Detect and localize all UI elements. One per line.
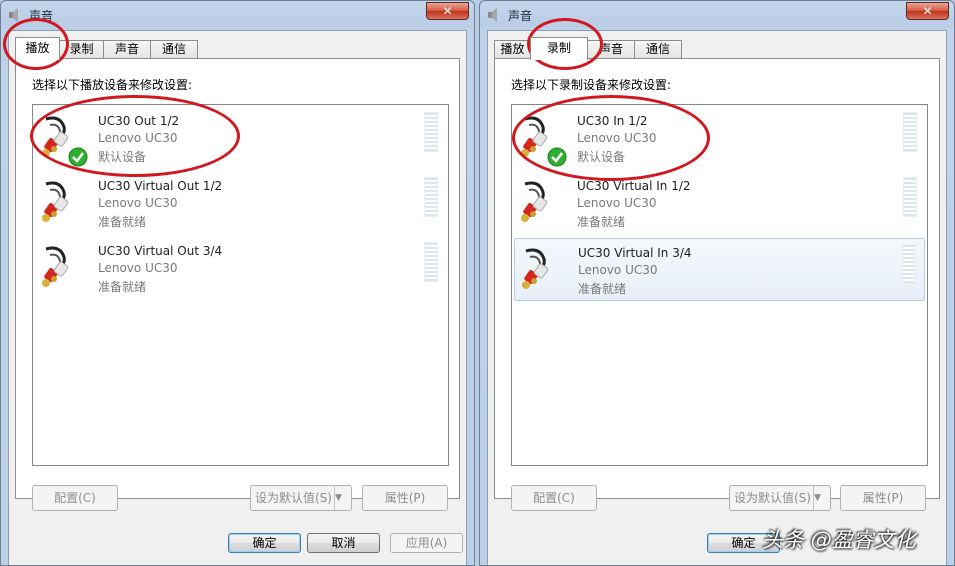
tab-playback[interactable]: 播放 bbox=[15, 37, 60, 60]
device-description: Lenovo UC30 bbox=[98, 196, 178, 210]
device-name: UC30 Virtual In 1/2 bbox=[577, 179, 691, 193]
annotation-circle bbox=[512, 95, 710, 181]
device-name: UC30 Virtual Out 3/4 bbox=[98, 244, 223, 258]
cancel-button[interactable]: 取消 bbox=[307, 533, 380, 553]
title-bar[interactable]: 声音 ✕ bbox=[1, 1, 474, 29]
sound-dialog-playback: 声音 ✕ 播放 录制 声音 通信 选择以下播放设备来修改设置: UC30 Out… bbox=[0, 0, 475, 566]
level-meter bbox=[902, 244, 916, 284]
close-icon: ✕ bbox=[922, 4, 933, 18]
device-item[interactable]: UC30 Virtual Out 1/2 Lenovo UC30 准备就绪 bbox=[33, 170, 448, 233]
device-status: 准备就绪 bbox=[578, 282, 627, 296]
watermark-text: 头条 @盈睿文化 bbox=[762, 528, 916, 552]
properties-button[interactable]: 属性(P) bbox=[362, 485, 448, 511]
tab-sounds[interactable]: 声音 bbox=[103, 40, 151, 58]
level-meter bbox=[424, 112, 438, 152]
tab-recording[interactable]: 录制 bbox=[530, 37, 588, 60]
tab-communications[interactable]: 通信 bbox=[150, 40, 198, 58]
sound-dialog-recording: 声音 ✕ 播放 录制 声音 通信 选择以下录制设备来修改设置: UC30 In … bbox=[479, 0, 955, 566]
level-meter bbox=[903, 112, 917, 152]
set-default-label: 设为默认值(S) bbox=[255, 491, 332, 505]
device-item-selected[interactable]: UC30 Virtual In 3/4 Lenovo UC30 准备就绪 bbox=[514, 238, 925, 301]
level-meter bbox=[424, 177, 438, 217]
configure-button[interactable]: 配置(C) bbox=[511, 485, 597, 511]
speaker-cable-icon bbox=[42, 246, 69, 287]
tab-communications[interactable]: 通信 bbox=[634, 40, 682, 58]
set-default-button[interactable]: 设为默认值(S) ▼ bbox=[729, 485, 831, 511]
device-name: UC30 Virtual In 3/4 bbox=[578, 246, 692, 260]
device-description: Lenovo UC30 bbox=[577, 196, 657, 210]
apply-button[interactable]: 应用(A) bbox=[390, 533, 463, 553]
annotation-circle bbox=[30, 95, 240, 177]
device-description: Lenovo UC30 bbox=[98, 261, 178, 275]
level-meter bbox=[903, 177, 917, 217]
close-icon: ✕ bbox=[442, 4, 453, 18]
microphone-cable-icon bbox=[521, 181, 548, 222]
speaker-cable-icon bbox=[42, 181, 69, 222]
device-description: Lenovo UC30 bbox=[578, 263, 658, 277]
device-status: 准备就绪 bbox=[577, 215, 626, 229]
instruction-text: 选择以下录制设备来修改设置: bbox=[511, 78, 672, 92]
device-status: 准备就绪 bbox=[98, 215, 147, 229]
device-item[interactable]: UC30 Virtual In 1/2 Lenovo UC30 准备就绪 bbox=[512, 170, 927, 233]
dropdown-arrow-icon[interactable]: ▼ bbox=[334, 486, 351, 510]
tab-playback[interactable]: 播放 bbox=[494, 40, 531, 58]
device-status: 准备就绪 bbox=[98, 280, 147, 294]
properties-button[interactable]: 属性(P) bbox=[840, 485, 926, 511]
dropdown-arrow-icon[interactable]: ▼ bbox=[813, 486, 830, 510]
close-button[interactable]: ✕ bbox=[906, 2, 949, 20]
configure-button[interactable]: 配置(C) bbox=[32, 485, 118, 511]
device-item[interactable]: UC30 Virtual Out 3/4 Lenovo UC30 准备就绪 bbox=[33, 235, 448, 298]
set-default-label: 设为默认值(S) bbox=[734, 491, 811, 505]
ok-button[interactable]: 确定 bbox=[228, 533, 301, 553]
microphone-cable-icon bbox=[522, 248, 549, 289]
device-name: UC30 Virtual Out 1/2 bbox=[98, 179, 223, 193]
set-default-button[interactable]: 设为默认值(S) ▼ bbox=[250, 485, 352, 511]
speaker-icon bbox=[488, 8, 497, 22]
close-button[interactable]: ✕ bbox=[426, 2, 469, 20]
level-meter bbox=[424, 242, 438, 282]
window-title: 声音 bbox=[508, 9, 533, 23]
instruction-text: 选择以下播放设备来修改设置: bbox=[32, 78, 193, 92]
